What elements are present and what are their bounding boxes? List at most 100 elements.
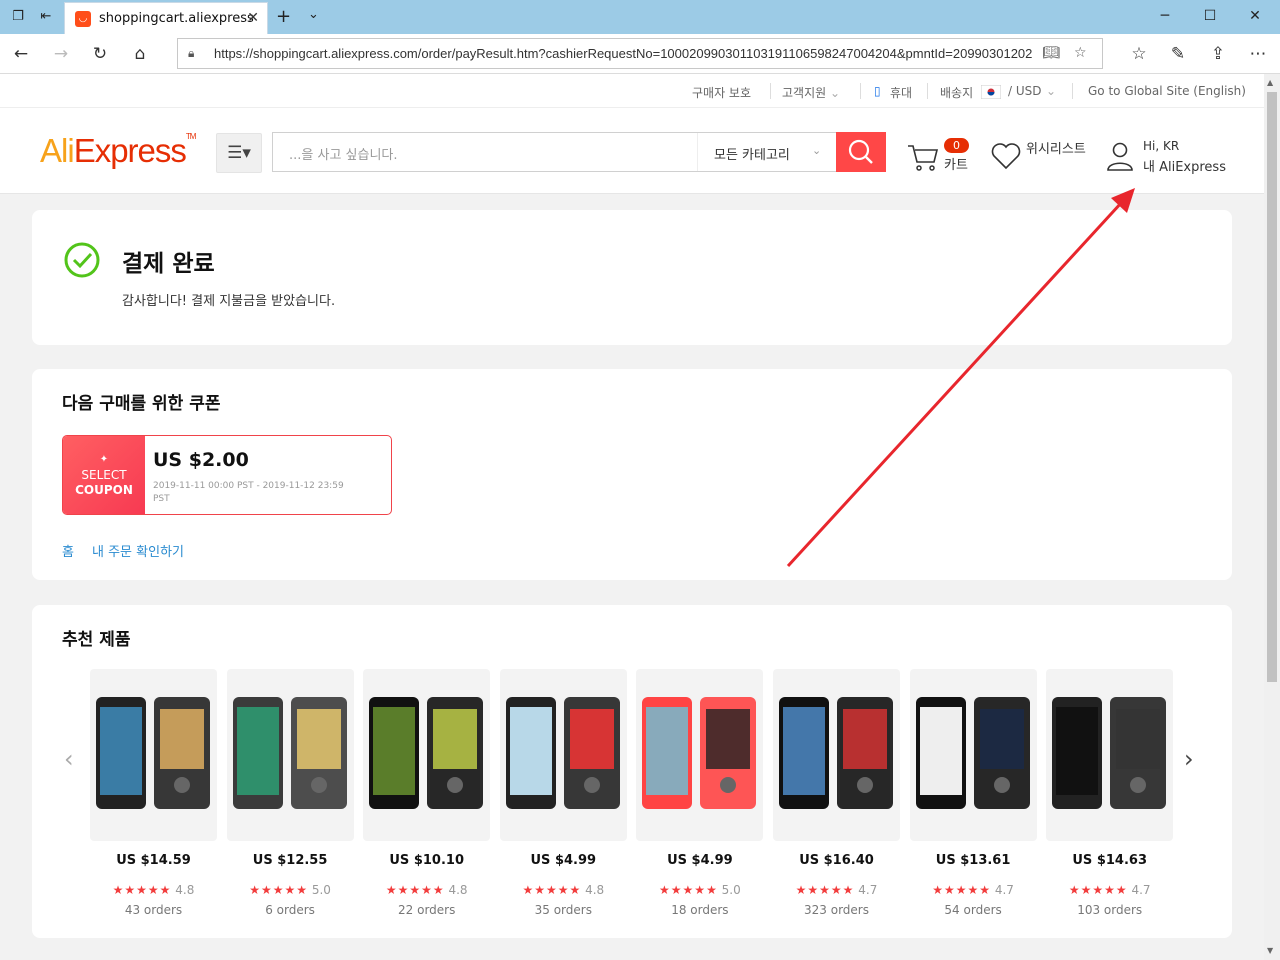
product-rating: ★★★★★ 5.0 xyxy=(636,883,763,897)
rating-value: 5.0 xyxy=(721,883,741,897)
product-orders: 35 orders xyxy=(534,903,592,917)
rating-stars-icon: ★★★★★ xyxy=(112,883,172,897)
favorite-star-icon[interactable]: ☆ xyxy=(1074,45,1087,61)
my-aliexpress-link[interactable]: 내 AliExpress xyxy=(1143,156,1226,175)
coupon-badge-line2: COUPON xyxy=(75,483,133,497)
product-rating: ★★★★★ 4.8 xyxy=(363,883,490,897)
product-image[interactable] xyxy=(90,669,217,841)
scrollbar-thumb[interactable] xyxy=(1267,92,1277,682)
cart-count-badge: 0 xyxy=(944,138,969,153)
close-window-icon[interactable]: ✕ xyxy=(1245,8,1265,24)
cart-icon[interactable] xyxy=(906,142,940,172)
logo-trademark: TM xyxy=(185,132,197,141)
site-topbar: 구매자 보호 고객지원 ⌄ ▯ 휴대 배송지 / USD ⌄ Go to Glo… xyxy=(0,74,1264,108)
coupon-card: 다음 구매를 위한 쿠폰 ✦ SELECT COUPON US $2.00 20… xyxy=(32,369,1232,580)
divider xyxy=(860,83,861,99)
product-image[interactable] xyxy=(636,669,764,841)
browser-titlebar: ❐ ⇤ ◡ shoppingcart.aliexpress ✕ + ⌄ ─ ☐ … xyxy=(0,0,1280,34)
favorites-list-icon[interactable]: ☆ xyxy=(1128,43,1150,65)
category-menu-button[interactable]: ☰▾ xyxy=(216,133,262,173)
rating-value: 4.8 xyxy=(448,883,468,897)
rating-value: 5.0 xyxy=(311,883,331,897)
product-image[interactable] xyxy=(499,669,627,841)
customer-service-label: 고객지원 xyxy=(782,86,827,100)
my-orders-link[interactable]: 내 주문 확인하기 xyxy=(92,541,184,560)
success-check-icon xyxy=(64,242,100,278)
home-icon[interactable]: ⌂ xyxy=(129,43,151,65)
buyer-protection-link[interactable]: 구매자 보호 xyxy=(692,84,751,101)
page-scrollbar[interactable]: ▲ ▼ xyxy=(1264,74,1280,960)
product-image[interactable] xyxy=(1046,669,1174,841)
refresh-icon[interactable]: ↻ xyxy=(89,43,111,65)
currency-selector[interactable]: / USD xyxy=(1008,84,1042,98)
search-input[interactable]: ...을 사고 싶습니다. xyxy=(289,144,398,163)
logo-express-text: Express xyxy=(73,132,187,169)
set-aside-tabs-icon[interactable]: ⇤ xyxy=(38,9,54,25)
phone-screen-image xyxy=(96,697,210,809)
url-text[interactable]: https://shoppingcart.aliexpress.com/orde… xyxy=(214,46,1032,61)
maximize-icon[interactable]: ☐ xyxy=(1200,8,1220,24)
scroll-down-icon[interactable]: ▼ xyxy=(1267,946,1273,955)
payment-complete-subtitle: 감사합니다! 결제 지불금을 받았습니다. xyxy=(122,294,336,309)
phone-screen-image xyxy=(642,697,757,809)
product-image[interactable] xyxy=(773,669,900,841)
tab-manager-icon[interactable]: ❐ xyxy=(10,9,26,25)
product-image[interactable] xyxy=(909,669,1037,841)
carousel-next-icon[interactable]: › xyxy=(1184,745,1194,773)
more-icon[interactable]: ⋯ xyxy=(1247,43,1269,65)
product-orders: 103 orders xyxy=(1077,903,1143,917)
global-site-link[interactable]: Go to Global Site (English) xyxy=(1088,84,1246,98)
cart-label[interactable]: 카트 xyxy=(944,154,968,173)
minimize-icon[interactable]: ─ xyxy=(1155,8,1175,24)
rating-stars-icon: ★★★★★ xyxy=(659,883,718,897)
search-button[interactable] xyxy=(836,132,886,172)
scroll-up-icon[interactable]: ▲ xyxy=(1267,78,1273,87)
product-orders: 43 orders xyxy=(124,903,183,917)
product-price: US $16.40 xyxy=(799,853,874,868)
aliexpress-logo[interactable]: AliExpressTM xyxy=(40,132,197,170)
phone-screen-image xyxy=(1052,697,1167,809)
recommended-title: 추천 제품 xyxy=(62,630,131,650)
wishlist-link[interactable]: 위시리스트 xyxy=(1026,138,1086,157)
ship-to-label[interactable]: 배송지 xyxy=(940,84,973,101)
search-icon xyxy=(848,139,873,164)
coupon-amount: US $2.00 xyxy=(153,449,249,471)
rating-value: 4.8 xyxy=(175,883,195,897)
divider xyxy=(1072,83,1073,99)
share-icon[interactable]: ⇪ xyxy=(1207,43,1229,65)
phone-screen-image xyxy=(779,697,893,809)
product-image[interactable] xyxy=(226,669,354,841)
forward-icon[interactable]: → xyxy=(50,43,72,65)
sparkle-icon: ✦ xyxy=(99,454,109,465)
phone-screen-image xyxy=(915,697,1030,809)
hamburger-menu-icon: ☰▾ xyxy=(227,143,251,163)
carousel-prev-icon[interactable]: ‹ xyxy=(64,745,74,773)
category-dropdown[interactable]: 모든 카테고리 ⌄ xyxy=(697,133,837,171)
home-link[interactable]: 홈 xyxy=(62,541,74,560)
rating-stars-icon: ★★★★★ xyxy=(1068,883,1128,897)
heart-icon[interactable] xyxy=(990,141,1022,171)
address-bar[interactable]: 🔒︎ https://shoppingcart.aliexpress.com/o… xyxy=(177,38,1103,69)
customer-service-link[interactable]: 고객지원 ⌄ xyxy=(782,84,840,101)
browser-tab[interactable]: ◡ shoppingcart.aliexpress ✕ xyxy=(64,2,268,34)
chevron-down-icon: ⌄ xyxy=(1046,84,1057,98)
lock-icon: 🔒︎ xyxy=(188,46,195,60)
back-icon[interactable]: ← xyxy=(10,43,32,65)
payment-complete-title: 결제 완료 xyxy=(122,251,215,277)
rating-stars-icon: ★★★★★ xyxy=(795,883,855,897)
product-price: US $13.61 xyxy=(935,853,1011,868)
select-coupon-badge: ✦ SELECT COUPON xyxy=(63,436,145,514)
coupon-badge-line1: SELECT xyxy=(81,468,127,482)
pen-icon[interactable]: ✎ xyxy=(1167,43,1189,65)
coupon-item[interactable]: ✦ SELECT COUPON US $2.00 2019-11-11 00:0… xyxy=(62,435,392,515)
tab-preview-chevron-icon[interactable]: ⌄ xyxy=(308,7,319,22)
rating-stars-icon: ★★★★★ xyxy=(385,883,445,897)
mobile-link[interactable]: 휴대 xyxy=(890,84,912,101)
close-tab-icon[interactable]: ✕ xyxy=(247,10,259,26)
product-image[interactable] xyxy=(363,669,491,841)
user-icon[interactable] xyxy=(1106,140,1134,172)
phone-screen-image xyxy=(369,697,484,809)
reading-view-icon[interactable]: 📖︎ xyxy=(1042,45,1060,61)
new-tab-icon[interactable]: + xyxy=(276,6,291,27)
user-greeting[interactable]: Hi, KR xyxy=(1143,139,1179,153)
